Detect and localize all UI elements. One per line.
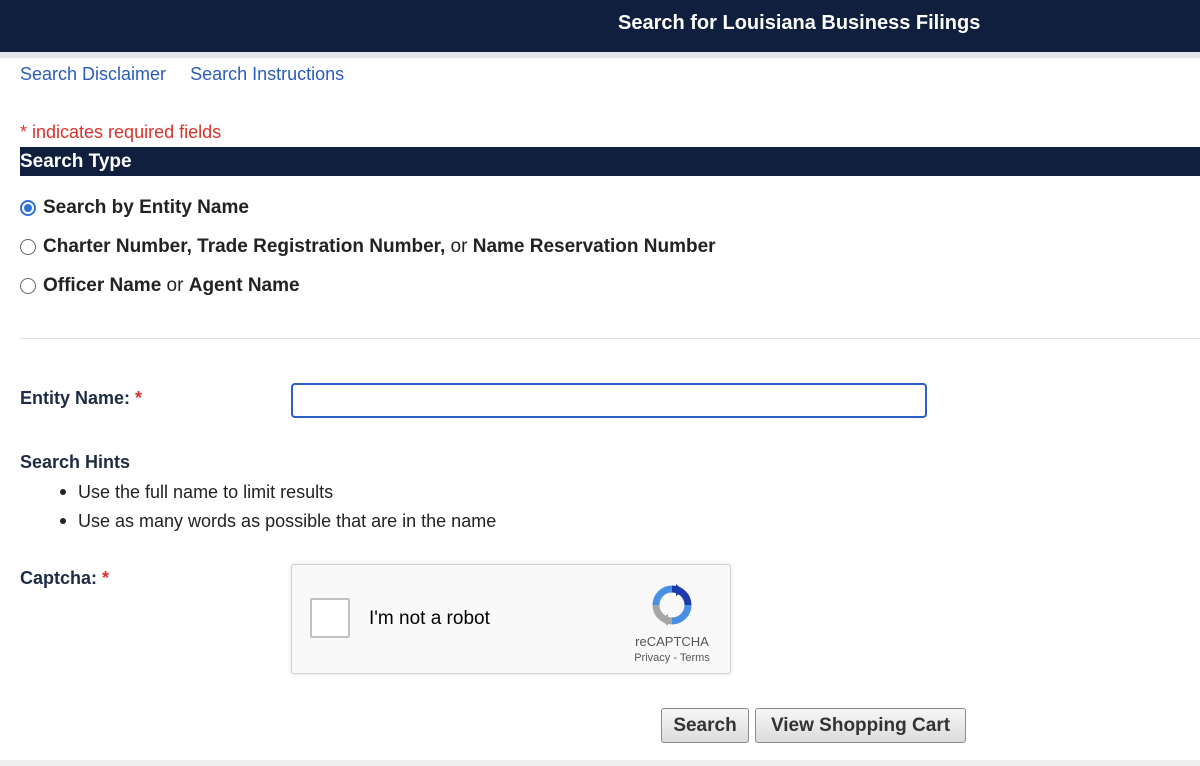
entity-name-input[interactable] [291,383,927,418]
recaptcha-terms-link[interactable]: Terms [680,652,710,664]
required-marker: * [102,568,110,588]
radio-label-or: or [161,275,189,296]
search-hints-title: Search Hints [20,452,131,472]
recaptcha-checkbox[interactable] [310,598,350,638]
recaptcha-links-separator: - [670,652,680,664]
search-hint-item: Use the full name to limit results [58,480,496,509]
search-disclaimer-link[interactable]: Search Disclaimer [20,64,166,84]
search-type-title: Search Type [20,151,132,172]
section-divider [20,338,1200,339]
recaptcha-checkbox-label: I'm not a robot [369,608,490,629]
entity-name-label-text: Entity Name: [20,388,131,408]
search-type-header: Search Type [20,147,1200,176]
footer-strip [0,760,1200,766]
radio-label-agent-name: Agent Name [188,275,300,296]
recaptcha-brand: reCAPTCHA [635,634,709,649]
radio-option-officer-agent[interactable]: Officer Name or Agent Name [20,274,300,298]
page-header: Search for Louisiana Business Filings [0,0,1200,58]
radio-option-charter-number[interactable]: Charter Number, Trade Registration Numbe… [20,235,716,259]
radio-option-entity-name[interactable]: Search by Entity Name [20,196,249,220]
search-hint-item: Use as many words as possible that are i… [58,509,496,538]
required-fields-note: * indicates required fields [20,122,222,142]
radio-button-charter-number[interactable] [20,239,36,255]
top-links: Search Disclaimer Search Instructions [20,64,363,85]
required-marker: * [135,388,143,408]
search-instructions-link[interactable]: Search Instructions [190,64,344,84]
radio-label-officer-name: Officer Name [43,275,162,296]
entity-name-label: Entity Name: * [20,388,142,409]
recaptcha-widget: I'm not a robot reCAPTCHA Privacy - Term… [291,564,731,674]
radio-label-charter-number: Charter Number, Trade Registration Numbe… [43,236,446,257]
recaptcha-logo-icon [652,584,692,626]
captcha-label: Captcha: * [20,568,109,589]
radio-label-or: or [445,236,473,257]
search-hints-list: Use the full name to limit results Use a… [58,480,496,538]
radio-label-entity-name: Search by Entity Name [43,197,249,218]
recaptcha-privacy-link[interactable]: Privacy [634,652,670,664]
radio-button-entity-name[interactable] [20,200,36,216]
radio-button-officer-agent[interactable] [20,278,36,294]
captcha-label-text: Captcha: [20,568,98,588]
page-title: Search for Louisiana Business Filings [618,12,981,34]
search-button[interactable]: Search [661,708,749,743]
view-shopping-cart-button[interactable]: View Shopping Cart [755,708,966,743]
radio-label-name-reservation: Name Reservation Number [472,236,716,257]
recaptcha-links: Privacy - Terms [617,652,727,664]
